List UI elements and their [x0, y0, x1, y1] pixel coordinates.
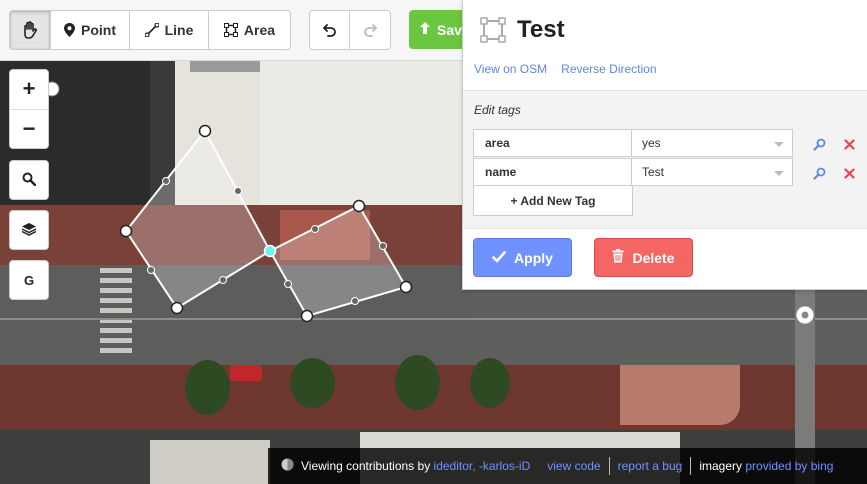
report-bug-link[interactable]: report a bug [618, 459, 683, 473]
vertex-handle[interactable] [119, 224, 133, 238]
zoom-controls: + − [9, 69, 49, 149]
apply-button[interactable]: Apply [473, 238, 572, 277]
add-tag-button[interactable]: + Add New Tag [473, 186, 633, 216]
line-label: Line [164, 22, 194, 38]
midpoint-handle[interactable] [162, 177, 170, 185]
footer-divider [690, 457, 692, 475]
point-label: Point [81, 22, 116, 38]
midpoint-handle[interactable] [311, 225, 319, 233]
footer-divider [608, 457, 610, 475]
tag-value-text: Test [642, 165, 665, 179]
inspector-header: Test [463, 0, 867, 60]
viewing-contributions-label: Viewing contributions by [301, 459, 431, 473]
map-pin-icon [64, 23, 75, 37]
vertex-handle[interactable] [399, 280, 413, 294]
area-polygon[interactable] [124, 129, 272, 310]
undo-icon [322, 23, 337, 37]
upload-arrow-icon [419, 21, 431, 38]
close-icon[interactable] [842, 166, 856, 180]
midpoint-handle[interactable] [351, 297, 359, 305]
inspector-title: Test [517, 16, 565, 43]
save-button[interactable]: Save [409, 10, 469, 49]
vertex-handle[interactable] [300, 309, 314, 323]
midpoint-handle[interactable] [284, 280, 292, 288]
vertex-handle[interactable] [198, 124, 212, 138]
apply-label: Apply [514, 249, 553, 266]
redo-icon [363, 23, 377, 37]
add-line-button[interactable]: Line [130, 11, 209, 49]
imagery-provider-link[interactable]: provided by bing [745, 459, 833, 473]
map-poi-marker-inner [801, 311, 809, 319]
hand-icon [22, 21, 38, 39]
tag-key-input[interactable]: name [473, 158, 632, 186]
zoom-out-button[interactable]: − [10, 108, 48, 149]
layers-control [9, 210, 49, 250]
tag-value-combobox[interactable]: yes [632, 129, 793, 157]
vertex-handle[interactable] [352, 199, 366, 213]
browse-button[interactable] [10, 11, 51, 49]
geolocate-control: G [9, 260, 49, 300]
delete-button[interactable]: Delete [594, 238, 693, 277]
trash-icon [612, 249, 624, 266]
add-point-button[interactable]: Point [51, 11, 130, 49]
delete-label: Delete [632, 249, 675, 266]
edit-tags-heading: Edit tags [474, 103, 521, 117]
info-icon[interactable] [812, 166, 826, 180]
mode-button-group: Point Line Area [9, 10, 291, 50]
geolocate-button[interactable]: G [10, 261, 48, 299]
reverse-direction-link[interactable]: Reverse Direction [561, 62, 656, 76]
view-on-osm-link[interactable]: View on OSM [474, 62, 547, 76]
tag-key-text: area [485, 136, 510, 150]
midpoint-handle[interactable] [147, 266, 155, 274]
inspector-links: View on OSM Reverse Direction [474, 62, 657, 76]
tag-value-combobox[interactable]: Test [632, 158, 793, 186]
vertex-handle[interactable] [170, 301, 184, 315]
chevron-down-icon[interactable] [774, 142, 784, 147]
chevron-down-icon[interactable] [774, 171, 784, 176]
vertex-handle-selected[interactable] [263, 244, 277, 258]
area-icon [480, 17, 506, 43]
view-code-link[interactable]: view code [547, 459, 600, 473]
tag-row: area yes [473, 129, 793, 157]
area-polygon[interactable] [268, 204, 408, 318]
tag-editor: Edit tags area yes name Test + Add New T… [463, 90, 867, 229]
tag-key-input[interactable]: area [473, 129, 632, 157]
undo-button[interactable] [310, 11, 350, 49]
redo-button[interactable] [350, 11, 390, 49]
search-control [9, 160, 49, 200]
minus-icon: − [22, 115, 36, 141]
history-button-group [309, 10, 391, 50]
footer-bar: Viewing contributions by ideditor, -karl… [268, 448, 867, 484]
search-icon [22, 172, 37, 189]
plus-icon: + [22, 76, 36, 102]
area-label: Area [243, 22, 276, 38]
layers-icon [21, 222, 37, 239]
search-button[interactable] [10, 161, 48, 199]
add-area-button[interactable]: Area [209, 11, 290, 49]
contributions-text: Viewing contributions by ideditor, -karl… [301, 459, 530, 473]
add-tag-label: + Add New Tag [510, 193, 596, 208]
info-icon[interactable] [812, 137, 826, 151]
line-icon [144, 23, 159, 37]
midpoint-handle[interactable] [219, 276, 227, 284]
geolocate-label: G [23, 272, 35, 288]
midpoint-handle[interactable] [379, 242, 387, 250]
contributors-icon [281, 458, 294, 474]
contributors-link[interactable]: ideditor, -karlos-iD [434, 459, 531, 473]
tag-value-text: yes [642, 136, 661, 150]
midpoint-handle[interactable] [234, 187, 242, 195]
layers-button[interactable] [10, 211, 48, 249]
tag-row: name Test [473, 158, 793, 186]
area-icon [223, 23, 238, 37]
zoom-in-button[interactable]: + [10, 70, 48, 109]
close-icon[interactable] [842, 137, 856, 151]
tag-key-text: name [485, 165, 517, 179]
checkmark-icon [492, 250, 506, 266]
inspector-panel: Test View on OSM Reverse Direction Edit … [462, 0, 867, 290]
imagery-label: imagery [699, 459, 743, 473]
